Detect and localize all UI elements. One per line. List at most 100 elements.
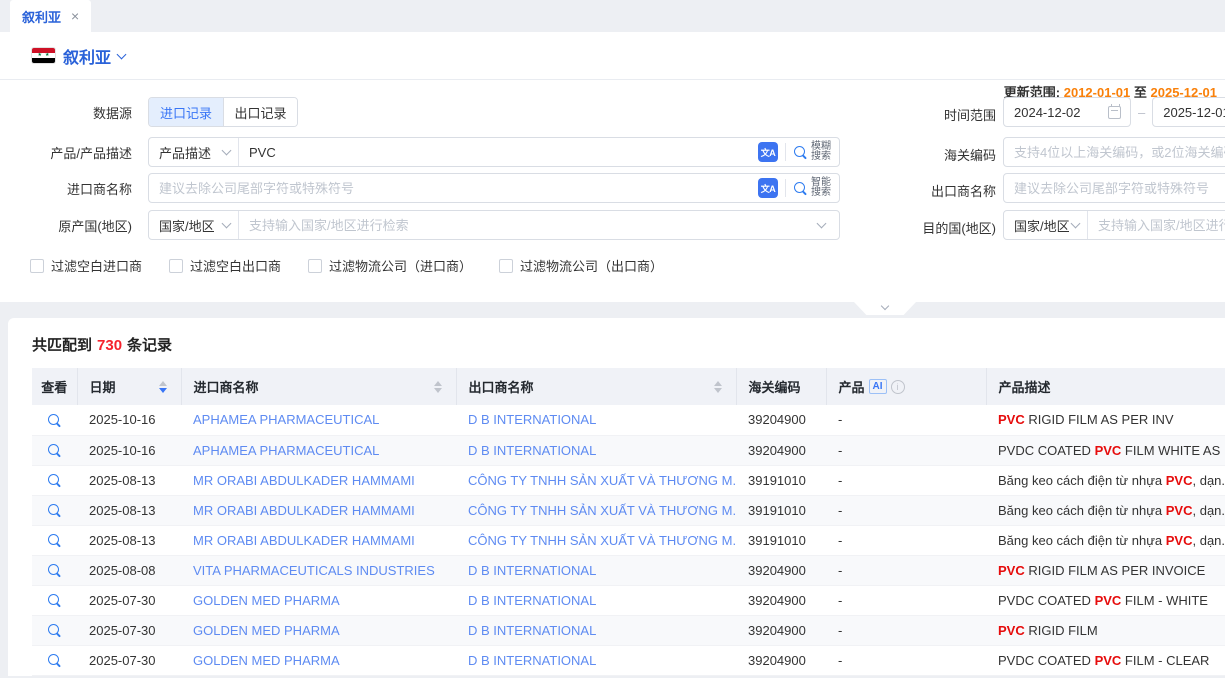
exporter-link[interactable]: CÔNG TY TNHH SẢN XUẤT VÀ THƯƠNG M... <box>456 495 736 525</box>
table-body: 2025-10-16 APHAMEA PHARMACEUTICAL D B IN… <box>32 405 1225 675</box>
importer-link[interactable]: GOLDEN MED PHARMA <box>181 615 456 645</box>
page-header: ★★ 叙利亚 更新范围: 2012-01-01 至 2025-12-01 数据源… <box>0 32 1225 302</box>
exporter-link[interactable]: D B INTERNATIONAL <box>456 585 736 615</box>
hs-code-input[interactable] <box>1004 145 1225 160</box>
table-row: 2025-08-13 MR ORABI ABDULKADER HAMMAMI C… <box>32 465 1225 495</box>
exporter-link[interactable]: D B INTERNATIONAL <box>456 555 736 585</box>
view-record-icon[interactable] <box>47 593 62 608</box>
date-from-input[interactable] <box>1004 105 1108 120</box>
product-cell: - <box>826 405 986 435</box>
checkbox-icon[interactable] <box>499 259 513 273</box>
close-icon[interactable]: × <box>71 9 79 23</box>
pvc-highlight: PVC <box>998 412 1025 427</box>
checkbox-label: 过滤物流公司（进口商） <box>329 256 472 275</box>
description-cell: PVDC COATED PVC FILM - CLEAR <box>986 645 1225 675</box>
exporter-input[interactable] <box>1004 181 1225 196</box>
view-cell <box>32 435 77 465</box>
results-panel: 共匹配到730条记录 查看 日期 进口商名称 出口商名称 <box>8 318 1225 676</box>
exporter-link[interactable]: CÔNG TY TNHH SẢN XUẤT VÀ THƯƠNG M... <box>456 525 736 555</box>
product-cell: - <box>826 585 986 615</box>
pvc-highlight: PVC <box>998 623 1025 638</box>
checkbox-icon[interactable] <box>169 259 183 273</box>
column-header-description: 产品描述 <box>986 368 1225 405</box>
chevron-down-icon[interactable] <box>117 49 127 59</box>
importer-link[interactable]: MR ORABI ABDULKADER HAMMAMI <box>181 525 456 555</box>
hs-code-cell: 39191010 <box>736 495 826 525</box>
filter-checkbox-row: 过滤空白进口商 过滤空白出口商 过滤物流公司（进口商） 过滤物流公司（出口商） <box>30 256 663 275</box>
product-cell: - <box>826 435 986 465</box>
date-cell: 2025-10-16 <box>77 435 181 465</box>
view-record-icon[interactable] <box>47 653 62 668</box>
table-row: 2025-07-30 GOLDEN MED PHARMA D B INTERNA… <box>32 585 1225 615</box>
filter-checkbox[interactable]: 过滤空白进口商 <box>30 256 142 275</box>
product-cell: - <box>826 465 986 495</box>
importer-link[interactable]: VITA PHARMACEUTICALS INDUSTRIES <box>181 555 456 585</box>
pvc-highlight: PVC <box>1095 593 1122 608</box>
product-cell: - <box>826 645 986 675</box>
view-record-icon[interactable] <box>47 443 62 458</box>
destination-select[interactable]: 国家/地区 <box>1004 211 1088 239</box>
pvc-highlight: PVC <box>1166 533 1193 548</box>
chevron-down-icon <box>881 302 889 310</box>
checkbox-icon[interactable] <box>308 259 322 273</box>
column-header-hscode: 海关编码 <box>736 368 826 405</box>
date-to-box <box>1152 97 1225 127</box>
sort-icon-importer[interactable] <box>434 381 442 393</box>
importer-link[interactable]: GOLDEN MED PHARMA <box>181 645 456 675</box>
importer-link[interactable]: APHAMEA PHARMACEUTICAL <box>181 435 456 465</box>
column-header-date[interactable]: 日期 <box>77 368 181 405</box>
importer-link[interactable]: MR ORABI ABDULKADER HAMMAMI <box>181 465 456 495</box>
column-label: 出口商名称 <box>469 377 534 396</box>
product-cell: - <box>826 525 986 555</box>
filter-checkbox[interactable]: 过滤物流公司（出口商） <box>499 256 663 275</box>
date-range-separator: – <box>1138 105 1145 120</box>
tab-label: 叙利亚 <box>22 7 61 26</box>
column-header-exporter[interactable]: 出口商名称 <box>456 368 736 405</box>
table-row: 2025-10-16 APHAMEA PHARMACEUTICAL D B IN… <box>32 435 1225 465</box>
checkbox-label: 过滤空白出口商 <box>190 256 281 275</box>
exporter-link[interactable]: D B INTERNATIONAL <box>456 645 736 675</box>
records-table: 查看 日期 进口商名称 出口商名称 海关编码 产品 AI <box>32 368 1225 676</box>
view-cell <box>32 405 77 435</box>
view-record-icon[interactable] <box>47 533 62 548</box>
importer-link[interactable]: MR ORABI ABDULKADER HAMMAMI <box>181 495 456 525</box>
table-row: 2025-08-13 MR ORABI ABDULKADER HAMMAMI C… <box>32 495 1225 525</box>
filter-checkbox[interactable]: 过滤空白出口商 <box>169 256 281 275</box>
pvc-highlight: PVC <box>1166 473 1193 488</box>
date-to-input[interactable] <box>1153 105 1225 120</box>
info-icon[interactable]: i <box>891 380 905 394</box>
table-row: 2025-07-30 GOLDEN MED PHARMA D B INTERNA… <box>32 645 1225 675</box>
exporter-link[interactable]: CÔNG TY TNHH SẢN XUẤT VÀ THƯƠNG M... <box>456 465 736 495</box>
view-record-icon[interactable] <box>47 503 62 518</box>
exporter-link[interactable]: D B INTERNATIONAL <box>456 615 736 645</box>
table-row: 2025-08-13 MR ORABI ABDULKADER HAMMAMI C… <box>32 525 1225 555</box>
product-cell: - <box>826 615 986 645</box>
checkbox-icon[interactable] <box>30 259 44 273</box>
date-from-box <box>1003 97 1131 127</box>
hs-code-cell: 39204900 <box>736 405 826 435</box>
checkbox-label: 过滤物流公司（出口商） <box>520 256 663 275</box>
chevron-down-icon <box>1071 219 1081 229</box>
exporter-link[interactable]: D B INTERNATIONAL <box>456 435 736 465</box>
sort-icon-date[interactable] <box>159 381 167 393</box>
tab-syria[interactable]: 叙利亚 × <box>10 0 91 32</box>
country-name: 叙利亚 <box>63 44 111 68</box>
exporter-link[interactable]: D B INTERNATIONAL <box>456 405 736 435</box>
importer-link[interactable]: APHAMEA PHARMACEUTICAL <box>181 405 456 435</box>
column-header-importer[interactable]: 进口商名称 <box>181 368 456 405</box>
country-selector[interactable]: ★★ 叙利亚 <box>0 32 1225 80</box>
description-cell: PVC RIGID FILM AS PER INVOICE <box>986 555 1225 585</box>
view-record-icon[interactable] <box>47 473 62 488</box>
sort-icon-exporter[interactable] <box>714 381 722 393</box>
collapse-panel-handle[interactable] <box>854 302 916 315</box>
view-record-icon[interactable] <box>47 563 62 578</box>
date-cell: 2025-08-13 <box>77 525 181 555</box>
filter-checkbox[interactable]: 过滤物流公司（进口商） <box>308 256 472 275</box>
destination-input[interactable] <box>1088 218 1225 233</box>
calendar-icon[interactable] <box>1108 106 1121 119</box>
importer-link[interactable]: GOLDEN MED PHARMA <box>181 585 456 615</box>
view-record-icon[interactable] <box>47 413 62 428</box>
pvc-highlight: PVC <box>1095 443 1122 458</box>
view-record-icon[interactable] <box>47 623 62 638</box>
view-cell <box>32 585 77 615</box>
